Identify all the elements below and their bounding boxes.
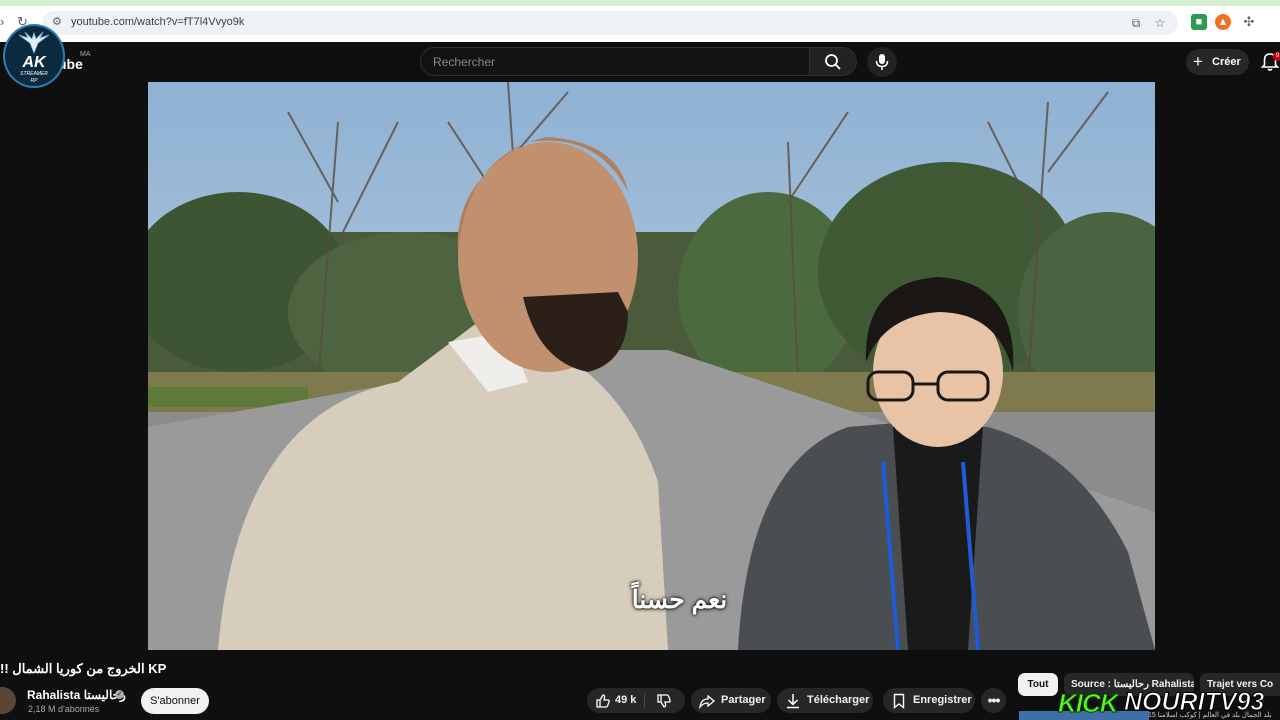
more-actions-button[interactable]: ••• [981, 688, 1006, 713]
save-button[interactable]: Enregistrer [883, 688, 975, 713]
streamer-logo-overlay: AK STREAMER RP [3, 24, 65, 88]
download-button[interactable]: Télécharger [777, 688, 873, 713]
like-divider [644, 693, 645, 708]
install-app-icon[interactable]: ⧉ [1127, 14, 1145, 32]
microphone-icon [875, 54, 889, 70]
streamer-logo-text: AK [22, 54, 46, 71]
plus-icon: + [1193, 52, 1203, 71]
video-title: KP الخروج من كوريا الشمال !! [0, 661, 167, 676]
verified-check-icon: ✓ [115, 690, 124, 699]
download-icon [787, 694, 799, 709]
url-text[interactable]: youtube.com/watch?v=fT7l4Vvyo9k [71, 16, 244, 28]
site-info-icon[interactable]: ⚙ [52, 16, 64, 28]
browser-toolbar: › ↻ ⚙ youtube.com/watch?v=fT7l4Vvyo9k ⧉ … [0, 0, 1280, 42]
chip-all[interactable]: Tout [1018, 673, 1058, 696]
share-arrow-icon [699, 694, 715, 709]
back-icon[interactable]: › [0, 14, 4, 29]
extension-green-icon[interactable]: ■ [1191, 14, 1207, 30]
phoenix-icon [18, 31, 50, 55]
bookmark-star-icon[interactable]: ☆ [1151, 14, 1169, 32]
voice-search-button[interactable] [867, 47, 897, 77]
download-label: Télécharger [807, 694, 870, 706]
video-frame [148, 82, 1155, 650]
video-subtitle: نعم حسناً [631, 586, 728, 614]
streamer-logo-sub: STREAMER [20, 71, 48, 77]
youtube-header: ube MA + Créer 9 [0, 42, 1280, 82]
create-button[interactable]: + Créer [1186, 49, 1249, 75]
video-player[interactable]: نعم حسناً [148, 82, 1155, 650]
notification-badge: 9 [1273, 52, 1280, 61]
share-button[interactable]: Partager [691, 688, 771, 713]
channel-name[interactable]: Rahalista رحاليستا [27, 688, 126, 702]
search-icon [825, 54, 841, 70]
channel-avatar[interactable] [0, 687, 16, 714]
like-dislike-group: 49 k [587, 688, 685, 713]
like-thumb-up-icon[interactable] [595, 693, 611, 709]
kick-channel-name: NOURITV93 [1123, 688, 1265, 717]
kick-logo: KICK [1058, 688, 1120, 719]
subscribe-button[interactable]: S'abonner [141, 688, 209, 714]
streamer-logo-sub2: RP [30, 78, 38, 84]
search-button[interactable] [810, 47, 857, 76]
subscriber-count: 2,18 M d'abonnés [28, 704, 100, 714]
search-input[interactable] [431, 54, 795, 70]
create-label: Créer [1212, 56, 1241, 68]
address-bar[interactable]: ⚙ youtube.com/watch?v=fT7l4Vvyo9k ⧉ ☆ [42, 11, 1178, 35]
kick-channel-overlay: KICK NOURITV93 [1058, 688, 1280, 720]
save-bookmark-icon [893, 693, 905, 709]
search-box[interactable] [420, 47, 810, 76]
share-label: Partager [721, 694, 766, 706]
extension-orange-icon[interactable]: ▲ [1215, 14, 1231, 30]
more-dots-icon: ••• [987, 692, 1001, 708]
tab-strip [0, 0, 1280, 6]
save-label: Enregistrer [913, 694, 972, 706]
dislike-thumb-down-icon[interactable] [656, 693, 672, 709]
extensions-puzzle-icon[interactable]: ✣ [1241, 14, 1257, 30]
country-code: MA [80, 51, 91, 58]
like-count[interactable]: 49 k [615, 688, 636, 713]
